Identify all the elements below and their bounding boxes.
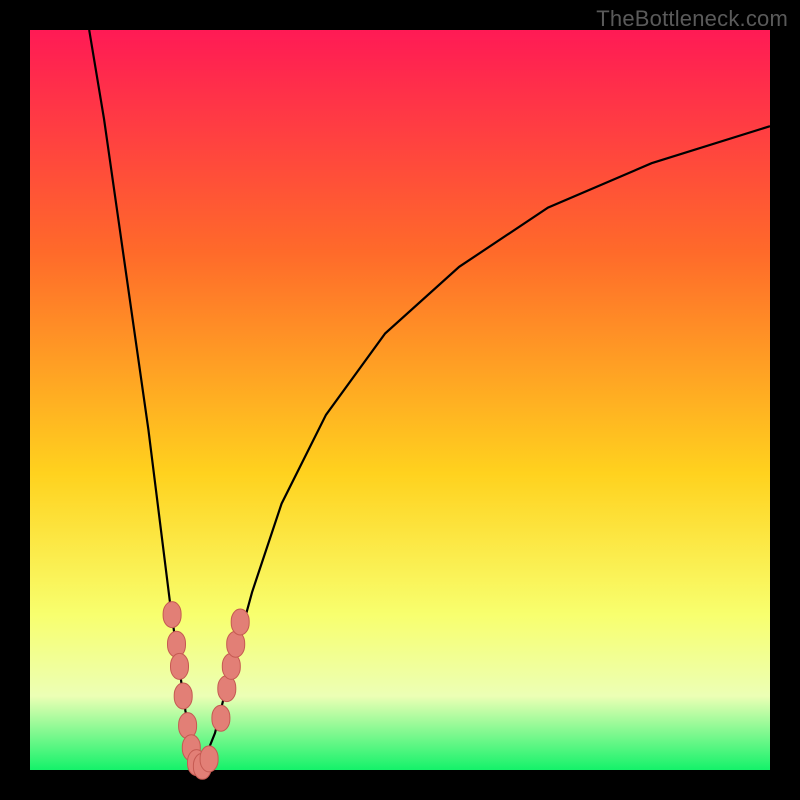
data-marker (171, 653, 189, 679)
data-marker (200, 746, 218, 772)
plot-background (30, 30, 770, 770)
data-marker (231, 609, 249, 635)
chart-card: TheBottleneck.com (0, 0, 800, 800)
data-marker (179, 713, 197, 739)
data-marker (212, 705, 230, 731)
data-marker (174, 683, 192, 709)
data-marker (168, 631, 186, 657)
chart-svg (0, 0, 800, 800)
attribution-text: TheBottleneck.com (596, 6, 788, 32)
data-marker (163, 602, 181, 628)
